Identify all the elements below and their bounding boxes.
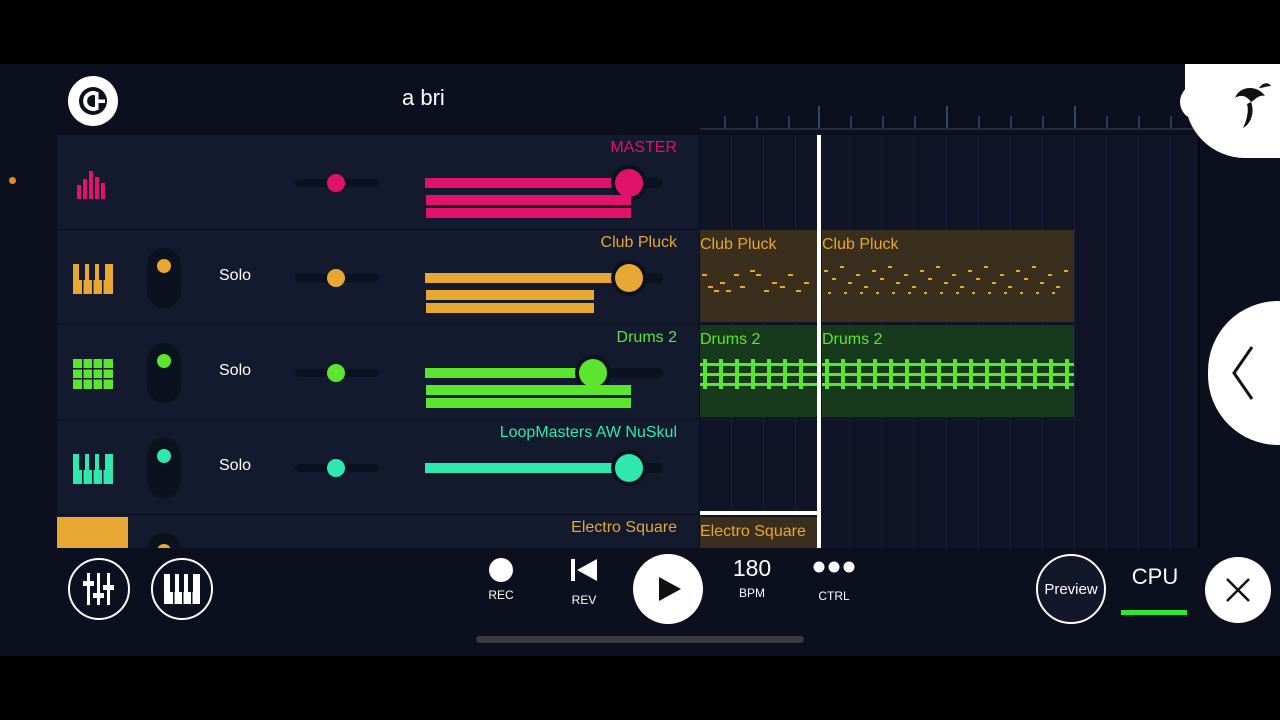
mixer-sliders-icon [83,573,114,605]
playlist-lane-club-pluck: Club Pluck Club Pluck [700,230,1200,325]
app-window: a bri MASTER Club Pluck Solo Drums 2 Sol… [0,64,1280,656]
channel-name: MASTER [610,139,677,156]
mixer-channel-loopmasters[interactable]: LoopMasters AW NuSkul Solo [57,420,699,515]
mixer-channel-club-pluck[interactable]: Club Pluck Solo [57,230,699,325]
solo-button[interactable]: Solo [219,267,251,285]
cpu-label[interactable]: CPU [1123,564,1187,590]
clip-label: Club Pluck [822,236,899,253]
play-icon [659,577,681,601]
mixer-panel: MASTER Club Pluck Solo Drums 2 Solo Loop… [57,135,699,548]
mixer-channel-master[interactable]: MASTER [57,135,699,230]
playlist-lane-electro-square: Electro Square [700,511,1200,548]
volume-fill [425,178,625,188]
transport-bar: REC REV 180 BPM CTRL Preview CPU [57,548,1280,630]
volume-knob[interactable] [615,169,643,197]
home-indicator[interactable] [476,636,804,643]
bpm-label: BPM [738,586,765,600]
controls-label: CTRL [818,589,850,603]
pattern-clip[interactable]: Electro Square [700,517,817,548]
level-meter-right [426,303,594,313]
level-meter-left [426,290,594,300]
channel-name: LoopMasters AW NuSkul [499,424,677,441]
piano-roll-button[interactable] [151,558,213,620]
volume-knob[interactable] [615,454,643,482]
channel-name: Electro Square [571,519,677,536]
solo-button[interactable]: Solo [219,457,251,475]
rewind-label: REV [571,593,597,607]
solo-button[interactable]: Solo [219,362,251,380]
fl-studio-logo-icon[interactable] [68,76,118,126]
piano-keys-icon [164,574,200,604]
collapse-panel-button[interactable] [1208,301,1280,445]
clip-label: Drums 2 [822,331,883,348]
bpm-value: 180 [732,555,772,581]
channel-color-block [57,517,128,548]
clip-label: Club Pluck [700,236,777,253]
volume-knob[interactable] [579,359,607,387]
mixer-channel-electro-square[interactable]: Electro Square [57,515,699,548]
volume-knob[interactable] [615,264,643,292]
volume-fill [425,273,625,283]
pattern-clip[interactable]: Drums 2 [822,325,1074,417]
more-dots-icon [813,561,855,573]
record-button[interactable]: REC [481,558,521,602]
channel-name: Drums 2 [616,329,677,346]
pan-knob[interactable] [327,364,345,382]
pan-knob[interactable] [327,269,345,287]
pattern-clip[interactable]: Club Pluck [822,230,1074,322]
mute-toggle[interactable] [147,248,181,308]
play-button[interactable] [633,554,703,624]
pattern-clip[interactable]: Club Pluck [700,230,817,322]
cpu-meter [1121,610,1187,615]
level-meter-right [426,208,631,218]
level-meter-right [426,398,631,408]
song-title[interactable]: a bri [402,85,445,111]
pan-knob[interactable] [327,459,345,477]
loop-marker [700,511,817,515]
fruit-logo-icon [1235,83,1271,128]
playlist-lane-drums-2: Drums 2 Drums 2 [700,325,1200,420]
level-meter-left [426,385,631,395]
skip-back-icon [571,559,597,581]
level-meter-left [426,195,631,205]
channel-name: Club Pluck [600,234,677,251]
drum-pads-icon [73,359,113,389]
piano-keys-icon [73,454,113,484]
mixer-channel-drums-2[interactable]: Drums 2 Solo [57,325,699,420]
controls-button[interactable]: CTRL [810,560,858,603]
mute-toggle[interactable] [147,438,181,498]
rewind-button[interactable]: REV [564,558,604,607]
mute-toggle[interactable] [147,343,181,403]
playlist-arrangement[interactable]: Club Pluck Club Pluck Drums 2 Drums 2 El… [700,135,1200,548]
volume-fill [425,463,625,473]
timeline-ruler[interactable] [700,102,1210,130]
song-end-marker [1198,135,1200,548]
close-icon [1226,578,1250,602]
mute-toggle[interactable] [147,533,181,548]
chevron-left-icon [1232,346,1254,400]
preview-button[interactable]: Preview [1036,554,1106,624]
close-button[interactable] [1205,557,1271,623]
clip-label: Drums 2 [700,331,761,348]
pan-knob[interactable] [327,174,345,192]
pattern-clip[interactable]: Drums 2 [700,325,817,417]
record-label: REC [488,588,514,602]
volume-fill [425,368,585,378]
clip-label: Electro Square [700,523,806,540]
mixer-view-button[interactable] [68,558,130,620]
playhead[interactable] [817,135,821,548]
tempo-button[interactable]: 180 BPM [722,555,782,600]
status-dot [9,177,16,184]
equalizer-bars-icon [77,171,105,199]
piano-keys-icon [73,264,113,294]
record-icon [489,558,513,582]
